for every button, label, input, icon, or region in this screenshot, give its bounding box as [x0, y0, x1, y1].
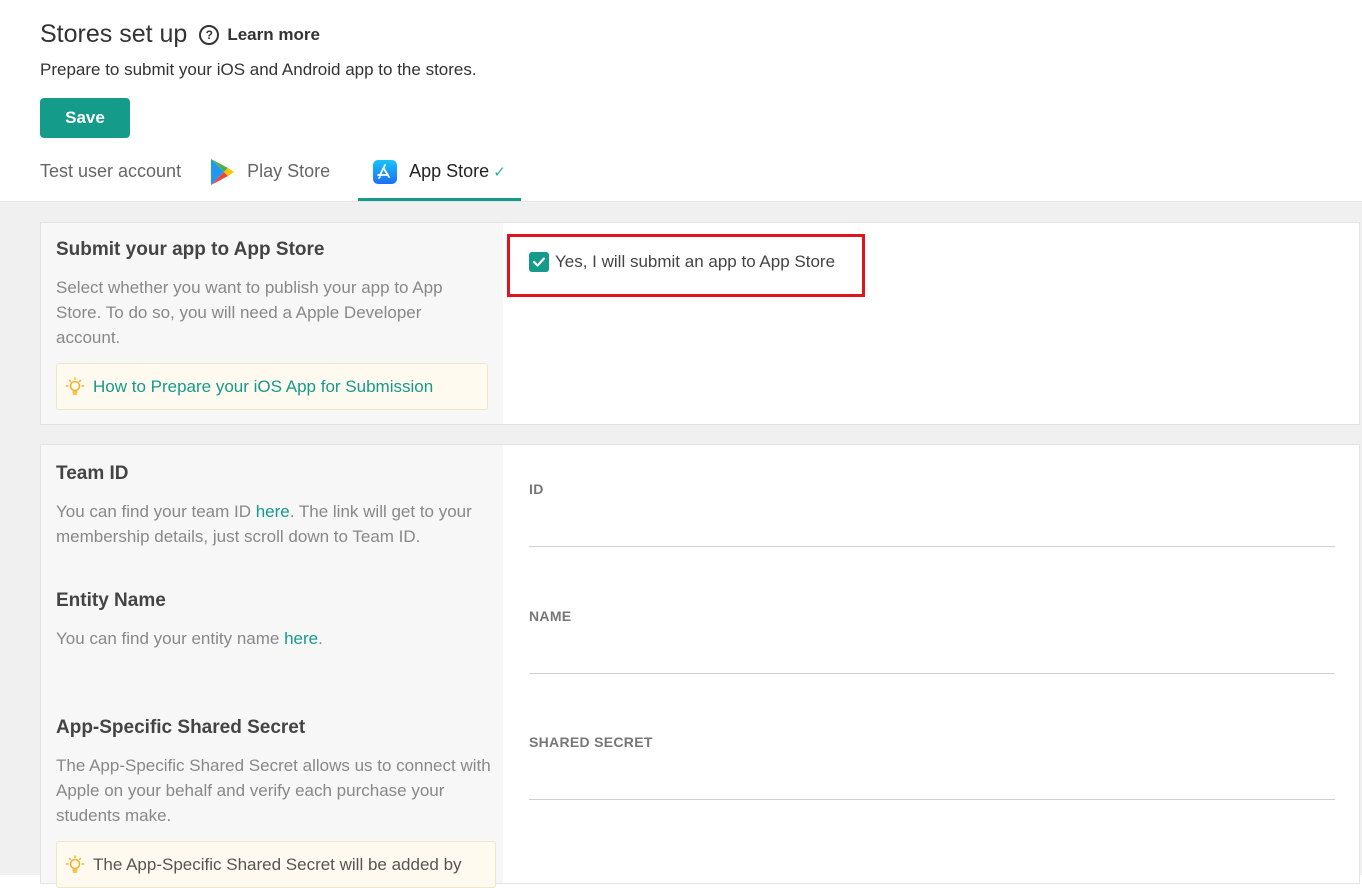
team-id-title: Team ID — [56, 463, 129, 484]
team-id-info: Team ID You can find your team ID here. … — [56, 463, 496, 549]
team-id-here-link[interactable]: here — [256, 502, 290, 521]
entity-name-field: NAME — [529, 608, 1335, 674]
credentials-card-fields: ID NAME SHARED SECRET — [503, 445, 1359, 883]
entity-name-here-link[interactable]: here — [284, 629, 318, 648]
entity-name-desc-end: . — [318, 629, 323, 648]
shared-secret-tip-text: The App-Specific Shared Secret will be a… — [93, 855, 462, 874]
learn-more-label: Learn more — [227, 24, 320, 44]
lightbulb-icon — [65, 376, 85, 397]
page-title: Stores set up — [40, 20, 188, 48]
lightbulb-icon — [65, 855, 85, 875]
tab-label: Test user account — [40, 161, 182, 181]
submit-app-checkbox[interactable] — [529, 252, 549, 272]
submit-card-info: Submit your app to App Store Select whet… — [41, 223, 503, 424]
team-id-desc-start: You can find your team ID — [56, 502, 256, 521]
help-icon: ? — [199, 24, 220, 45]
save-button[interactable]: Save — [40, 98, 130, 138]
entity-name-field-label: NAME — [529, 608, 572, 624]
settings-content: Submit your app to App Store Select whet… — [0, 202, 1362, 888]
shared-secret-input[interactable] — [529, 764, 1335, 800]
submit-card-controls: Yes, I will submit an app to App Store — [503, 223, 1359, 424]
team-id-input[interactable] — [529, 511, 1335, 547]
store-tabs: Test user account Play Store App Store ✓ — [40, 150, 549, 202]
shared-secret-title: App-Specific Shared Secret — [56, 717, 306, 738]
page-header: Stores set up ? Learn more Prepare to su… — [0, 0, 1362, 202]
entity-name-description: You can find your entity name here. — [56, 626, 496, 651]
submit-app-checkbox-row[interactable]: Yes, I will submit an app to App Store — [529, 252, 835, 272]
entity-name-info: Entity Name You can find your entity nam… — [56, 590, 496, 651]
shared-secret-info: App-Specific Shared Secret The App-Speci… — [56, 717, 496, 888]
submit-app-checkbox-label: Yes, I will submit an app to App Store — [555, 252, 836, 271]
app-store-icon — [373, 159, 398, 184]
tab-label: Play Store — [247, 161, 331, 181]
shared-secret-field: SHARED SECRET — [529, 734, 1335, 800]
entity-name-title: Entity Name — [56, 590, 166, 611]
title-row: Stores set up ? Learn more — [40, 20, 320, 49]
submit-card: Submit your app to App Store Select whet… — [40, 222, 1360, 425]
tab-label: App Store — [409, 161, 490, 181]
learn-more-link[interactable]: ? Learn more — [199, 24, 320, 45]
tab-play-store[interactable]: Play Store — [209, 150, 330, 201]
entity-name-input[interactable] — [529, 638, 1335, 674]
tab-test-user-account[interactable]: Test user account — [40, 150, 181, 201]
team-id-field-label: ID — [529, 481, 544, 497]
tip-link[interactable]: How to Prepare your iOS App for Submissi… — [93, 377, 433, 397]
google-play-icon — [209, 158, 235, 186]
tip-box[interactable]: How to Prepare your iOS App for Submissi… — [56, 363, 488, 410]
section-description: Select whether you want to publish your … — [56, 278, 443, 347]
credentials-card-info: Team ID You can find your team ID here. … — [41, 445, 503, 888]
credentials-card: Team ID You can find your team ID here. … — [40, 444, 1360, 888]
section-title: Submit your app to App Store — [56, 239, 325, 260]
shared-secret-description: The App-Specific Shared Secret allows us… — [56, 756, 491, 825]
page-subtitle: Prepare to submit your iOS and Android a… — [40, 60, 477, 79]
entity-name-desc-start: You can find your entity name — [56, 629, 285, 648]
shared-secret-tip: The App-Specific Shared Secret will be a… — [56, 841, 496, 888]
shared-secret-field-label: SHARED SECRET — [529, 734, 653, 750]
team-id-description: You can find your team ID here. The link… — [56, 499, 496, 549]
team-id-field: ID — [529, 481, 1335, 547]
tab-complete-check-icon: ✓ — [493, 163, 506, 181]
tab-app-store[interactable]: App Store ✓ — [358, 150, 521, 201]
